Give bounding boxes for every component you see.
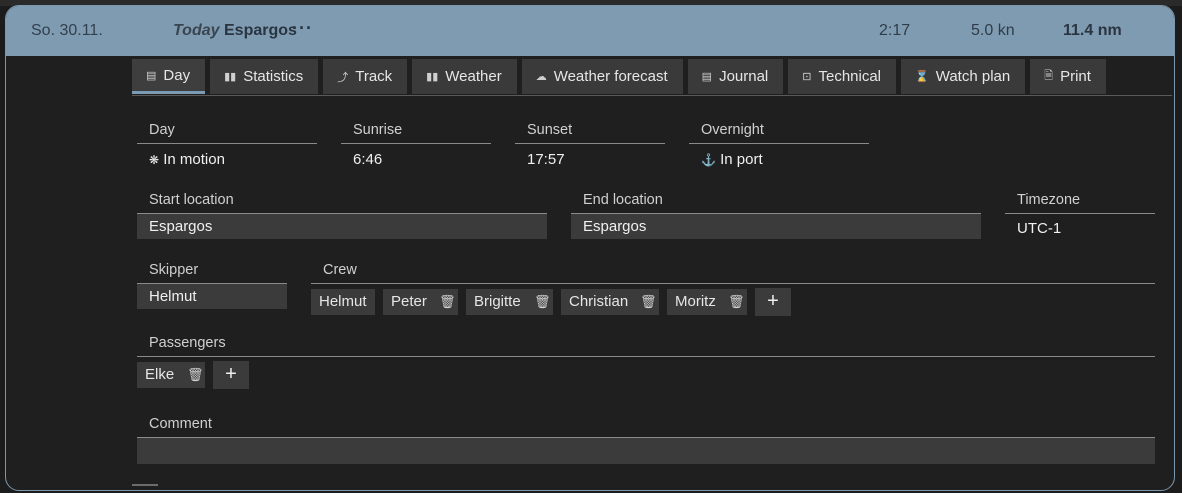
end-location-input[interactable]: Espargos — [571, 213, 981, 239]
sun-icon: ❋ — [149, 153, 160, 167]
tab-day[interactable]: ▤ Day — [132, 59, 206, 94]
tab-bar-divider — [132, 95, 1172, 96]
passenger-chip-elke: Elke 🗑 — [137, 362, 205, 388]
tab-statistics[interactable]: ▮▮ Statistics — [210, 59, 319, 94]
comment-field: Comment — [137, 416, 1155, 437]
calendar-icon: ▤ — [146, 69, 157, 82]
trash-icon[interactable]: 🗑 — [439, 289, 456, 315]
crew-chip-brigitte: Brigitte 🗑 — [466, 289, 553, 315]
skipper-input[interactable]: Helmut — [137, 283, 287, 309]
passengers-field: Passengers — [137, 335, 1155, 357]
more-icon[interactable]: ··· — [292, 18, 313, 39]
add-crew-button[interactable]: + — [755, 288, 791, 316]
tab-technical[interactable]: ⊡ Technical — [788, 59, 897, 94]
trash-icon[interactable]: 🗑 — [187, 362, 204, 388]
sunset-label: Sunset — [527, 122, 573, 138]
trash-icon[interactable]: 🗑 — [534, 289, 551, 315]
tab-journal[interactable]: ▤ Journal — [687, 59, 784, 94]
day-field: Day ❋ In motion — [137, 122, 317, 168]
tab-print[interactable]: 🗎 Print — [1030, 59, 1106, 94]
sunrise-field: Sunrise 6:46 — [341, 122, 491, 168]
bar-chart-icon: ▮▮ — [224, 71, 237, 83]
crew-chip-moritz: Moritz 🗑 — [667, 289, 747, 315]
technical-icon: ⊡ — [802, 71, 812, 83]
start-location-input[interactable]: Espargos — [137, 213, 547, 239]
scroll-indicator — [132, 484, 158, 486]
comment-input[interactable] — [137, 437, 1155, 464]
trash-icon[interactable]: 🗑 — [640, 289, 657, 315]
day-label: Day — [149, 122, 175, 138]
tab-weather-forecast[interactable]: ☁ Weather forecast — [521, 59, 683, 94]
anchor-icon: ⚓ — [701, 153, 716, 167]
tab-weather[interactable]: ▮▮ Weather — [412, 59, 517, 94]
crew-field: Crew — [311, 262, 1155, 284]
timezone-value[interactable]: UTC-1 — [1005, 214, 1155, 237]
overnight-field: Overnight ⚓ In port — [689, 122, 869, 168]
comment-label: Comment — [149, 416, 212, 432]
trash-icon[interactable]: 🗑 — [728, 289, 745, 315]
header-distance: 11.4 nm — [1063, 22, 1122, 39]
header-location: Espargos — [224, 22, 297, 39]
header-today: Today — [173, 22, 220, 39]
skipper-field: Skipper Helmut — [137, 262, 287, 309]
weather-icon: ▮▮ — [426, 71, 439, 83]
passengers-label: Passengers — [149, 335, 226, 351]
day-header[interactable]: So. 30.11. Today Espargos ··· 2:17 5.0 k… — [6, 6, 1174, 56]
skipper-label: Skipper — [149, 262, 199, 278]
header-date: So. 30.11. — [31, 22, 103, 39]
day-value[interactable]: ❋ In motion — [137, 144, 317, 168]
tab-track[interactable]: ⤴ Track — [323, 59, 408, 94]
start-location-field: Start location Espargos — [137, 192, 547, 239]
crew-chip-peter: Peter 🗑 — [383, 289, 458, 315]
timezone-field: Timezone UTC-1 — [1005, 192, 1155, 237]
track-icon: ⤴ — [337, 71, 349, 84]
sunrise-value: 6:46 — [353, 151, 383, 168]
forecast-icon: ☁ — [535, 71, 547, 83]
tab-bar: ▤ Day ▮▮ Statistics ⤴ Track ▮▮ Weather ☁… — [132, 59, 1106, 94]
header-speed: 5.0 kn — [971, 22, 1015, 39]
sunset-value: 17:57 — [527, 151, 565, 168]
add-passenger-button[interactable]: + — [213, 361, 249, 389]
sunset-field: Sunset 17:57 — [515, 122, 665, 168]
tab-label: Watch plan — [935, 68, 1011, 85]
start-location-label: Start location — [149, 192, 234, 208]
end-location-label: End location — [583, 192, 663, 208]
tab-label: Weather — [445, 68, 502, 85]
tab-label: Track — [355, 68, 393, 85]
end-location-field: End location Espargos — [571, 192, 981, 239]
tab-label: Print — [1060, 68, 1091, 85]
tab-label: Journal — [719, 68, 769, 85]
tab-label: Technical — [818, 68, 882, 85]
crew-label: Crew — [323, 262, 357, 278]
crew-chip-helmut: Helmut — [311, 289, 375, 315]
document-icon: 🗎 — [1044, 70, 1054, 82]
tab-watch-plan[interactable]: ⌛ Watch plan — [901, 59, 1026, 94]
overnight-label: Overnight — [701, 122, 764, 138]
crew-chip-christian: Christian 🗑 — [561, 289, 659, 315]
hourglass-icon: ⌛ — [915, 71, 929, 83]
journal-icon: ▤ — [701, 71, 713, 83]
timezone-label: Timezone — [1017, 192, 1081, 208]
tab-label: Statistics — [243, 68, 304, 85]
sunrise-label: Sunrise — [353, 122, 403, 138]
tab-label: Weather forecast — [553, 68, 668, 85]
overnight-value[interactable]: ⚓ In port — [689, 144, 869, 168]
header-duration: 2:17 — [879, 22, 911, 39]
tab-label: Day — [163, 66, 191, 84]
